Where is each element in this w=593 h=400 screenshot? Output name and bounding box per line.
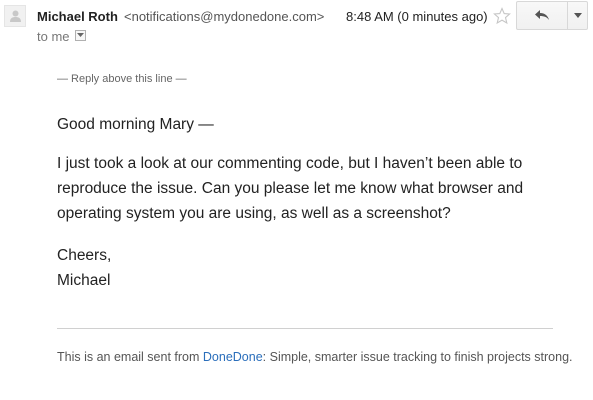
greeting: Good morning Mary — bbox=[57, 116, 214, 133]
reply-button[interactable] bbox=[517, 2, 568, 29]
paragraph-line: operating system you are using, as well … bbox=[57, 205, 451, 222]
signoff: Cheers, Michael bbox=[57, 243, 111, 293]
email-footer: This is an email sent from DoneDone: Sim… bbox=[57, 348, 577, 366]
chevron-down-icon bbox=[574, 13, 582, 18]
star-icon[interactable] bbox=[493, 7, 511, 25]
message-timestamp: 8:48 AM (0 minutes ago) bbox=[346, 9, 488, 24]
email-message-view: Michael Roth <notifications@mydonedone.c… bbox=[0, 0, 593, 400]
avatar bbox=[4, 5, 26, 27]
signoff-line: Cheers, bbox=[57, 247, 112, 264]
sender-email: <notifications@mydonedone.com> bbox=[124, 9, 325, 24]
footer-suffix: : Simple, smarter issue tracking to fini… bbox=[262, 350, 573, 364]
person-icon bbox=[10, 10, 21, 22]
recipient-label: to me bbox=[37, 29, 70, 44]
donedone-link[interactable]: DoneDone bbox=[203, 350, 263, 364]
show-details-toggle[interactable] bbox=[75, 30, 86, 41]
signoff-line: Michael bbox=[57, 272, 111, 289]
paragraph-line: I just took a look at our commenting cod… bbox=[57, 155, 523, 172]
reply-arrow-icon bbox=[535, 10, 549, 20]
reply-button-group bbox=[516, 1, 588, 30]
more-actions-button[interactable] bbox=[568, 2, 588, 29]
message-paragraph: I just took a look at our commenting cod… bbox=[57, 151, 523, 226]
footer-prefix: This is an email sent from bbox=[57, 350, 203, 364]
footer-divider bbox=[57, 328, 553, 329]
dropdown-toggle-icon bbox=[77, 33, 84, 37]
reply-above-marker: — Reply above this line — bbox=[57, 73, 187, 85]
paragraph-line: reproduce the issue. Can you please let … bbox=[57, 180, 524, 197]
sender-name[interactable]: Michael Roth bbox=[37, 9, 118, 24]
